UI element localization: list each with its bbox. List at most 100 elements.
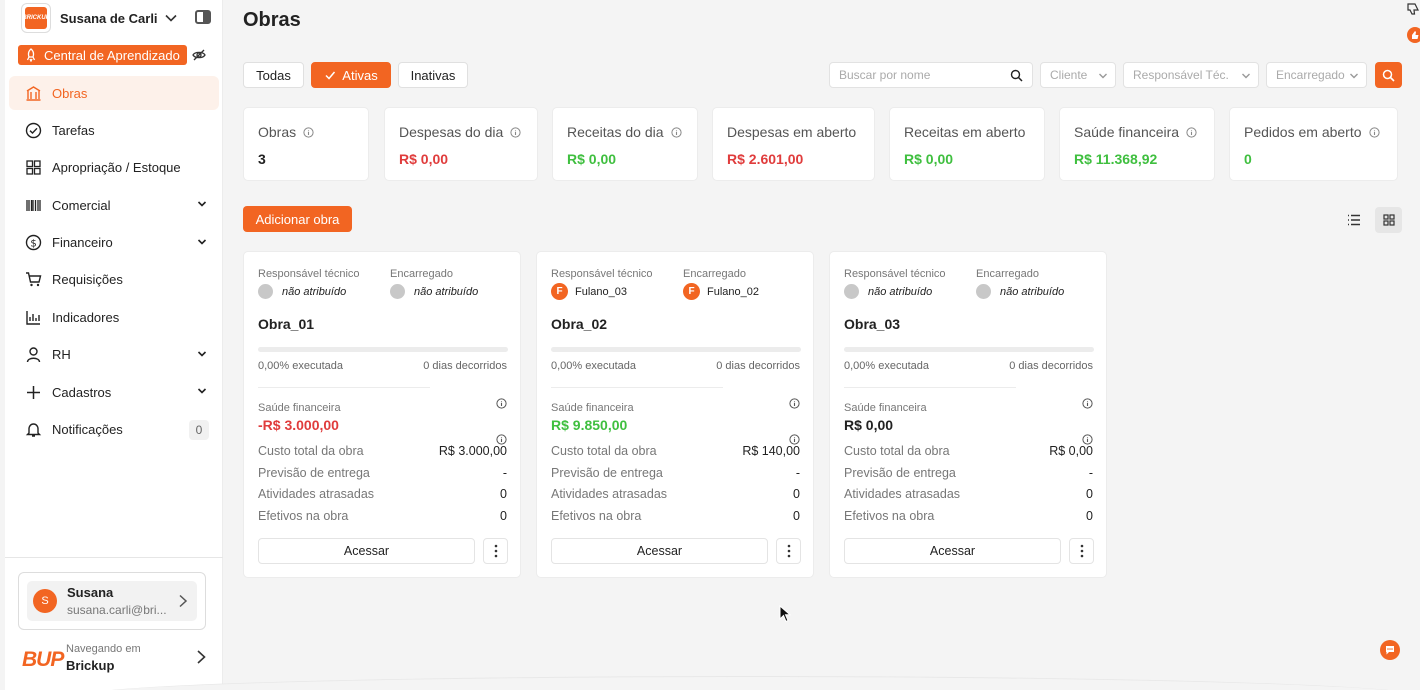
info-icon[interactable] [1186,126,1197,138]
info-icon[interactable] [670,126,682,138]
tech-name: não atribuído [868,285,933,298]
sidebar-item-notificacoes[interactable]: Notificações 0 [9,413,219,447]
staff-row: Efetivos na obra 0 [844,509,1093,523]
info-icon[interactable] [1082,398,1093,409]
filter-all-button[interactable]: Todas [243,62,304,88]
acessar-button[interactable]: Acessar [551,538,768,564]
bell-icon [25,421,42,438]
stat-card-open-expenses: Despesas em aberto R$ 2.601,00 [712,107,875,181]
financial-health-label: Saúde financeira [551,402,634,414]
stat-card-daily-expenses: Despesas do dia R$ 0,00 [384,107,538,181]
rocket-icon [26,48,36,62]
brand-name: Brickup [66,658,115,673]
info-icon[interactable] [303,126,314,138]
thumbs-down-icon[interactable] [1406,2,1420,16]
sidebar-item-requisicoes[interactable]: Requisições [9,263,219,297]
late-label: Atividades atrasadas [551,487,668,501]
executed-text: 0,00% executada [844,360,930,372]
sidebar-item-label: Apropriação / Estoque [52,160,181,176]
sidebar-item-label: RH [52,347,71,363]
stat-label: Despesas do dia [399,124,504,140]
sidebar-nav: Obras Tarefas Apropriação / Estoque Come… [9,76,219,450]
search-icon[interactable] [1010,69,1023,82]
eye-off-icon[interactable] [192,48,206,62]
more-options-button[interactable] [483,538,508,564]
sidebar-item-obras[interactable]: Obras [9,76,219,110]
more-options-button[interactable] [776,538,801,564]
stat-card-obras: Obras 3 [243,107,369,181]
total-cost-value: R$ 140,00 [742,444,800,458]
late-value: 0 [793,487,800,501]
grid-icon [25,159,42,176]
learning-center-button[interactable]: Central de Aprendizado [18,45,187,65]
info-icon[interactable] [496,398,507,409]
brand-logo: BUP [22,648,64,671]
more-options-button[interactable] [1069,538,1094,564]
filter-active-button[interactable]: Ativas [311,62,391,88]
tech-name: não atribuído [282,285,347,298]
tech-person: F Fulano_03 [551,283,627,300]
sidebar-item-cadastros[interactable]: Cadastros [9,375,219,409]
company-switcher[interactable]: BUP Navegando em Brickup [20,640,215,680]
staff-label: Efetivos na obra [844,509,935,523]
stat-value: 0 [1244,151,1252,167]
list-icon [1348,214,1360,226]
staff-value: 0 [793,509,800,523]
acessar-button[interactable]: Acessar [844,538,1061,564]
tech-dropdown[interactable]: Responsável Téc. [1123,62,1259,88]
acessar-button[interactable]: Acessar [258,538,475,564]
staff-label: Efetivos na obra [258,509,349,523]
stat-label: Receitas em aberto [904,124,1026,140]
sidebar-item-comercial[interactable]: Comercial [9,188,219,222]
delivery-row: Previsão de entrega - [551,466,800,480]
foreman-person: não atribuído [976,284,1064,299]
mouse-cursor-icon [779,605,791,623]
dollar-circle-icon: $ [25,234,42,251]
client-dropdown[interactable]: Cliente [1040,62,1116,88]
foreman-name: não atribuído [414,285,479,298]
thumbs-up-icon[interactable] [1406,26,1420,44]
delivery-row: Previsão de entrega - [258,466,507,480]
chat-button[interactable] [1380,640,1400,660]
delivery-label: Previsão de entrega [844,466,956,480]
sidebar-item-tarefas[interactable]: Tarefas [9,113,219,147]
search-input[interactable] [830,63,1000,87]
stat-card-daily-revenue: Receitas do dia R$ 0,00 [552,107,698,181]
chevron-down-icon [1242,73,1250,79]
info-icon[interactable] [1368,126,1380,138]
late-row: Atividades atrasadas 0 [258,487,507,501]
collapse-sidebar-icon[interactable] [195,10,211,24]
client-dropdown-label: Cliente [1050,68,1088,82]
filter-inactive-button[interactable]: Inativas [398,62,468,88]
sidebar-item-rh[interactable]: RH [9,338,219,372]
foreman-dropdown[interactable]: Encarregado [1266,62,1367,88]
sidebar-item-financeiro[interactable]: $ Financeiro [9,226,219,260]
total-cost-row: Custo total da obra R$ 3.000,00 [258,444,507,458]
notification-count-badge: 0 [189,419,209,440]
divider [844,387,1016,388]
grid-view-button[interactable] [1375,207,1402,233]
days-text: 0 dias decorridos [716,360,800,372]
stat-card-open-revenue: Receitas em aberto R$ 0,00 [889,107,1045,181]
workspace-switcher[interactable]: BRICKUP Susana de Carli [21,3,221,33]
stat-value: R$ 0,00 [399,151,449,167]
stat-card-financial-health: Saúde financeira R$ 11.368,92 [1059,107,1215,181]
list-view-button[interactable] [1341,207,1367,233]
staff-row: Efetivos na obra 0 [551,509,800,523]
sidebar-item-indicadores[interactable]: Indicadores [9,300,219,334]
foreman-label: Encarregado [683,268,746,280]
tech-label: Responsável técnico [258,268,360,280]
executed-text: 0,00% executada [258,360,344,372]
sidebar-item-label: Obras [52,85,88,101]
info-icon[interactable] [510,126,521,138]
search-button[interactable] [1375,62,1402,88]
stat-label: Receitas do dia [567,124,664,140]
obra-title: Obra_02 [551,316,608,332]
tech-person: não atribuído [844,284,932,299]
more-vertical-icon [1080,544,1083,558]
building-icon [25,85,42,102]
user-profile-button[interactable]: S Susana susana.carli@bri... [27,581,197,621]
add-obra-button[interactable]: Adicionar obra [243,206,352,232]
info-icon[interactable] [789,398,800,409]
sidebar-item-apropriacao[interactable]: Apropriação / Estoque [9,151,219,185]
